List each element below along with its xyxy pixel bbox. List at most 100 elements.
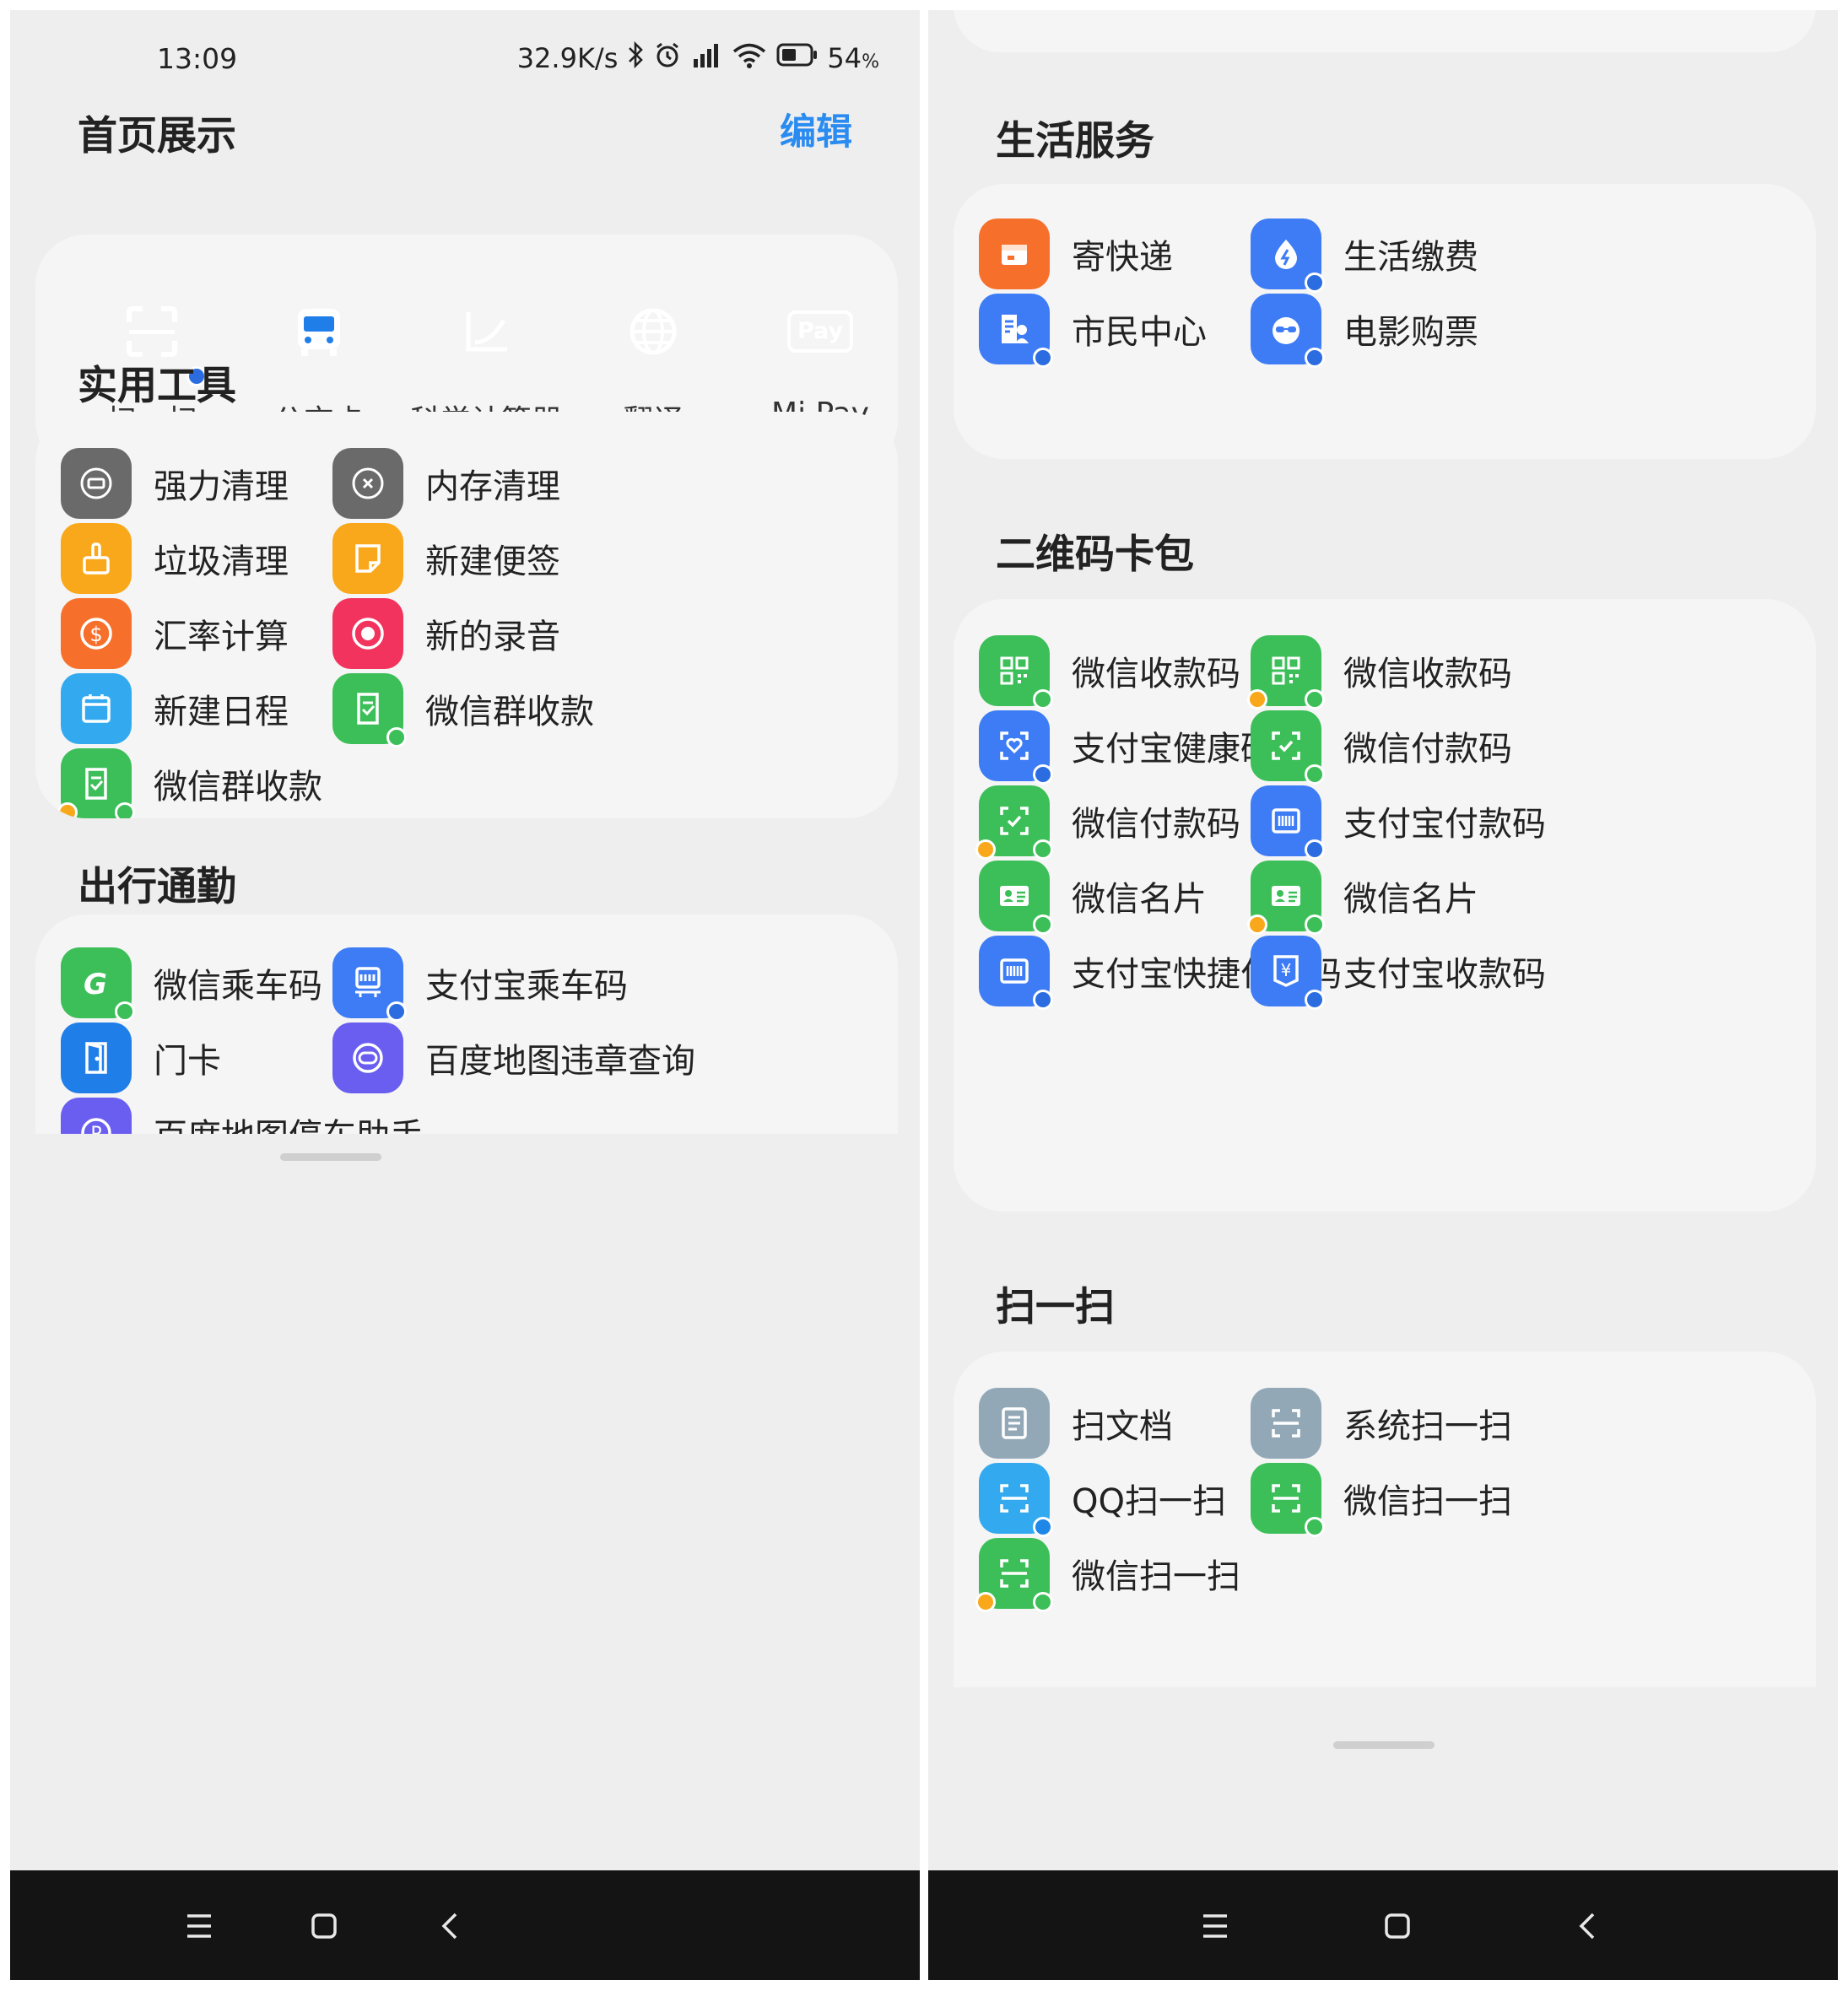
wechat-badge-icon <box>1033 689 1053 710</box>
life-section-title: 生活服务 <box>996 118 1154 165</box>
qr-item[interactable]: ¥ 支付宝收款码 <box>1251 933 1546 1010</box>
qr-item-label: 微信收款码 <box>1343 655 1512 693</box>
scan-item[interactable]: 扫文档 <box>979 1385 1173 1461</box>
life-item[interactable]: 市民中心 <box>979 291 1207 368</box>
menu-icon[interactable] <box>176 1902 223 1950</box>
scan-item[interactable]: 微信扫一扫 <box>975 1535 1240 1612</box>
scan-item[interactable]: 微信扫一扫 <box>1251 1460 1512 1537</box>
life-item-label: 生活缴费 <box>1343 238 1478 277</box>
tools-item[interactable]: 微信群收款 <box>332 671 594 747</box>
back-icon[interactable] <box>427 1902 474 1950</box>
commute-item[interactable]: 百度地图违章查询 <box>332 1020 695 1096</box>
drag-handle[interactable] <box>280 1153 381 1161</box>
alipay-badge-icon <box>1305 839 1325 860</box>
life-item[interactable]: 电影购票 <box>1251 291 1478 368</box>
scan-card: 扫文档 系统扫一扫 QQ扫一扫 微信扫一扫 微信扫一扫 <box>954 1352 1816 1687</box>
commute-item-label: 百度地图违章查询 <box>425 1042 695 1081</box>
qr-card: 微信收款码 微信收款码 支付宝健康码 微信付款码 微信付款码 支付宝付款码 微信名片 微信名片… <box>954 599 1816 1211</box>
tools-item[interactable]: $ 汇率计算 <box>61 596 289 672</box>
life-item[interactable]: 生活缴费 <box>1251 216 1478 293</box>
commute-item-label: 支付宝乘车码 <box>425 967 628 1006</box>
life-item[interactable]: 寄快递 <box>979 216 1173 292</box>
tools-item[interactable]: 微信群收款 <box>57 746 322 818</box>
wechat-badge-icon <box>1305 689 1325 710</box>
commute-item[interactable]: P 百度地图停车助手 <box>61 1095 424 1134</box>
tools-item[interactable]: 内存清理 <box>332 445 560 521</box>
clone-badge-icon <box>1247 915 1267 935</box>
qr-item[interactable]: 微信收款码 <box>1247 633 1512 710</box>
yuan-icon: ¥ <box>1251 936 1325 1010</box>
movie-icon <box>1251 294 1325 368</box>
qr-item-label: 微信付款码 <box>1343 730 1512 769</box>
qr-item[interactable]: 支付宝健康码 <box>979 708 1274 785</box>
wechat-badge-icon <box>115 802 135 818</box>
bus-icon <box>267 280 370 383</box>
battery-percent: 54% <box>827 42 879 74</box>
record-icon <box>332 598 403 669</box>
qr-item-label: 微信名片 <box>1072 880 1207 919</box>
qr-item[interactable]: 微信付款码 <box>1251 708 1512 785</box>
tools-item[interactable]: 新建日程 <box>61 671 289 747</box>
qr-item-label: 支付宝付款码 <box>1343 805 1546 844</box>
wechat-group-pay-icon <box>332 673 407 747</box>
door-card-icon <box>61 1022 132 1093</box>
life-item-label: 市民中心 <box>1072 313 1207 352</box>
alipay-badge-icon <box>386 1001 407 1022</box>
qr-item[interactable]: 微信名片 <box>1247 858 1478 935</box>
parcel-icon <box>979 219 1050 289</box>
globe-icon <box>602 280 705 383</box>
previous-card-edge <box>954 10 1816 52</box>
svg-text:$: $ <box>89 623 102 646</box>
alipay-badge-icon <box>1033 348 1053 368</box>
note-icon <box>332 523 403 594</box>
life-item-label: 寄快递 <box>1072 238 1173 277</box>
wechat-badge-icon <box>1033 839 1053 860</box>
scan-item-label: 微信扫一扫 <box>1072 1557 1240 1596</box>
scan-item[interactable]: QQ扫一扫 <box>979 1460 1226 1537</box>
violation-query-icon <box>332 1022 403 1093</box>
barcode-icon <box>1251 785 1325 860</box>
wechat-badge-icon <box>1305 915 1325 935</box>
calculator-icon <box>435 280 538 383</box>
wechat-group-pay-icon <box>57 748 135 818</box>
wifi-icon <box>731 40 768 76</box>
drag-handle[interactable] <box>1333 1741 1435 1749</box>
commute-item[interactable]: G 微信乘车码 <box>61 945 322 1022</box>
home-section-title: 首页展示 <box>78 113 236 159</box>
home-icon[interactable] <box>300 1902 348 1950</box>
tools-item[interactable]: 新建便签 <box>332 521 560 596</box>
alarm-icon <box>653 40 682 76</box>
menu-icon[interactable] <box>1191 1902 1239 1950</box>
back-icon[interactable] <box>1564 1902 1612 1950</box>
scan-item-label: 扫文档 <box>1072 1407 1173 1446</box>
qr-item[interactable]: 微信付款码 <box>975 783 1240 860</box>
tools-item[interactable]: 强力清理 <box>61 445 289 521</box>
tools-item[interactable]: 新的录音 <box>332 596 560 672</box>
qq-badge-icon <box>1033 1517 1053 1537</box>
commute-item[interactable]: 门卡 <box>61 1020 221 1096</box>
tile-mipay[interactable]: Pay Mi Pay <box>736 280 898 431</box>
qr-item[interactable]: 微信名片 <box>979 858 1207 935</box>
alipay-badge-icon <box>1305 348 1325 368</box>
signal-icon <box>690 40 722 76</box>
right-screen: 生活服务 寄快递 生活缴费 市民中心 电影购票 二维码卡包 微信收款码 微信收款码 支付宝… <box>928 10 1838 1980</box>
commute-item[interactable]: 支付宝乘车码 <box>332 945 628 1022</box>
tools-item[interactable]: 垃圾清理 <box>61 521 289 596</box>
business-card-icon <box>1247 861 1325 935</box>
left-screen: 13:09 32.9K/s 54% 首页展示 编辑 Pay 实用工具 强力清理 … <box>10 10 920 1980</box>
broom-icon <box>61 523 132 594</box>
clone-badge-icon <box>975 839 996 860</box>
network-speed: 32.9K/s <box>516 42 619 74</box>
status-right: 32.9K/s 54% <box>517 40 879 76</box>
qr-item[interactable]: 微信收款码 <box>979 633 1240 710</box>
qr-item[interactable]: 支付宝付款码 <box>1251 783 1546 860</box>
qr-icon <box>979 635 1053 710</box>
pay-code-icon <box>1251 710 1325 785</box>
edit-button[interactable]: 编辑 <box>780 103 852 155</box>
scan-item[interactable]: 系统扫一扫 <box>1251 1385 1512 1461</box>
svg-text:G: G <box>84 968 107 1001</box>
home-icon[interactable] <box>1374 1902 1421 1950</box>
tools-item-label: 新建便签 <box>425 542 560 581</box>
parking-icon: P <box>61 1098 132 1134</box>
scan-item-label: 微信扫一扫 <box>1343 1482 1512 1521</box>
